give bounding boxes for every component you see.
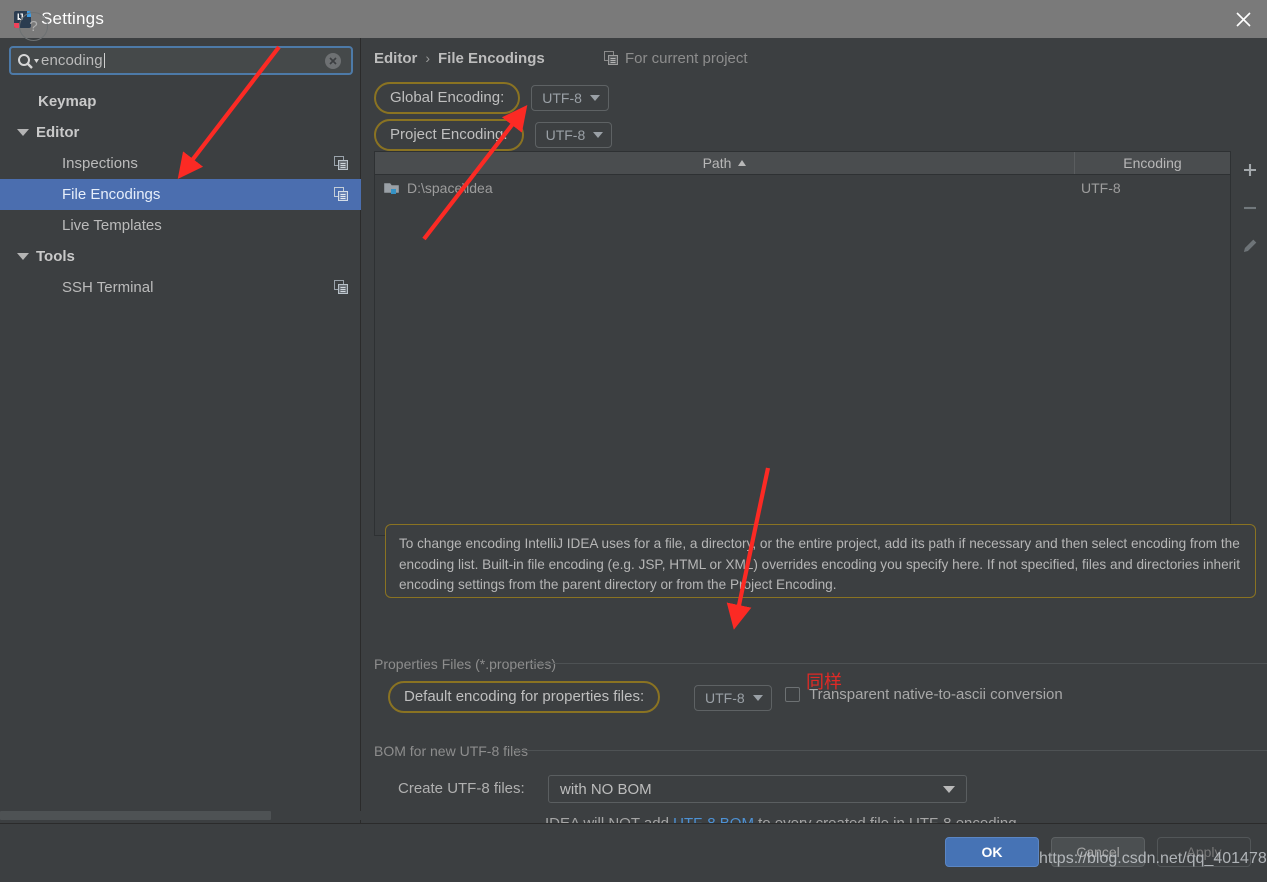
project-encoding-label: Project Encoding: (374, 119, 524, 151)
settings-tree: Keymap Editor Inspections (0, 86, 361, 303)
default-properties-encoding-value: UTF-8 (705, 690, 745, 706)
global-encoding-select[interactable]: UTF-8 (531, 85, 609, 111)
window-title: Settings (41, 9, 104, 29)
sidebar-item-ssh-terminal[interactable]: SSH Terminal (0, 272, 361, 303)
encodings-table: Path Encoding D:\space\idea (374, 151, 1231, 536)
remove-button[interactable] (1232, 189, 1267, 227)
table-cell-path: D:\space\idea (375, 180, 1075, 196)
chevron-down-icon (943, 786, 955, 793)
table-cell-encoding: UTF-8 (1075, 180, 1230, 196)
copy-settings-icon (334, 280, 348, 294)
sidebar-item-label: Inspections (62, 155, 138, 172)
sidebar-item-live-templates[interactable]: Live Templates (0, 210, 361, 241)
breadcrumb-parent[interactable]: Editor (374, 50, 417, 67)
project-encoding-row: Project Encoding: UTF-8 (374, 119, 612, 151)
copy-settings-icon (334, 156, 348, 170)
default-properties-encoding-select[interactable]: UTF-8 (694, 685, 772, 711)
sidebar-horizontal-scrollbar[interactable] (0, 811, 361, 820)
for-current-project-text: For current project (625, 50, 748, 67)
chevron-down-icon[interactable] (17, 126, 30, 139)
sidebar-item-tools[interactable]: Tools (0, 241, 361, 272)
project-encoding-value: UTF-8 (546, 127, 586, 143)
scrollbar-thumb[interactable] (0, 811, 271, 820)
sidebar-item-editor[interactable]: Editor (0, 117, 361, 148)
global-encoding-value: UTF-8 (542, 90, 582, 106)
properties-section-divider (531, 663, 1267, 664)
transparent-native-to-ascii-checkbox[interactable]: Transparent native-to-ascii conversion (785, 686, 1063, 703)
chevron-down-icon (590, 95, 600, 101)
transparent-native-to-ascii-label: Transparent native-to-ascii conversion (809, 686, 1063, 703)
pencil-icon (1241, 238, 1258, 255)
properties-section-title: Properties Files (*.properties) (374, 656, 564, 672)
breadcrumb-separator: › (425, 50, 430, 66)
apply-button[interactable]: Apply (1157, 837, 1251, 867)
close-icon[interactable] (1219, 0, 1267, 38)
edit-button[interactable] (1232, 227, 1267, 265)
sidebar-item-label: File Encodings (62, 186, 160, 203)
add-button[interactable] (1232, 151, 1267, 189)
minus-icon (1242, 200, 1258, 216)
sidebar: encoding Keymap Editor Inspections (0, 38, 361, 823)
info-box-text: To change encoding IntelliJ IDEA uses fo… (399, 534, 1242, 596)
chevron-down-icon[interactable] (17, 250, 30, 263)
search-value-text: encoding (41, 52, 103, 69)
create-utf8-files-select[interactable]: with NO BOM (548, 775, 967, 803)
clear-icon[interactable] (325, 53, 341, 69)
sidebar-item-inspections[interactable]: Inspections (0, 148, 361, 179)
project-encoding-select[interactable]: UTF-8 (535, 122, 613, 148)
copy-scope-icon (604, 51, 618, 65)
sidebar-item-label: Keymap (38, 93, 96, 110)
table-cell-path-text: D:\space\idea (407, 180, 493, 196)
default-properties-encoding-label: Default encoding for properties files: (388, 681, 660, 713)
settings-dialog: IJ Settings encoding (0, 0, 1267, 882)
for-current-project-label: For current project (604, 47, 748, 69)
column-header-path[interactable]: Path (375, 152, 1075, 174)
column-header-encoding[interactable]: Encoding (1075, 152, 1230, 174)
breadcrumb-current: File Encodings (438, 50, 545, 67)
chevron-down-icon (753, 695, 763, 701)
column-header-encoding-label: Encoding (1123, 155, 1181, 171)
search-icon (17, 53, 39, 69)
bom-section-title: BOM for new UTF-8 files (374, 743, 536, 759)
help-button[interactable]: ? (19, 12, 48, 41)
table-row[interactable]: D:\space\idea UTF-8 (375, 175, 1230, 201)
breadcrumb: Editor › File Encodings (374, 47, 545, 69)
title-bar: IJ Settings (0, 0, 1267, 38)
main-panel: Editor › File Encodings For current proj… (361, 38, 1267, 823)
plus-icon (1242, 162, 1258, 178)
checkbox-box[interactable] (785, 687, 800, 702)
chevron-down-icon (593, 132, 603, 138)
table-header: Path Encoding (375, 152, 1230, 175)
global-encoding-row: Global Encoding: UTF-8 (374, 82, 609, 114)
sidebar-item-label: Tools (36, 248, 75, 265)
global-encoding-label: Global Encoding: (374, 82, 520, 114)
sidebar-item-file-encodings[interactable]: File Encodings (0, 179, 361, 210)
create-utf8-files-label: Create UTF-8 files: (398, 780, 525, 797)
info-box: To change encoding IntelliJ IDEA uses fo… (385, 524, 1256, 598)
search-input[interactable]: encoding (9, 46, 353, 75)
column-header-path-label: Path (703, 155, 732, 171)
folder-icon (384, 181, 400, 195)
sidebar-item-label: SSH Terminal (62, 279, 153, 296)
bom-section-divider (513, 750, 1267, 751)
copy-settings-icon (334, 187, 348, 201)
sort-ascending-icon (738, 160, 746, 166)
sidebar-item-label: Live Templates (62, 217, 162, 234)
sidebar-item-label: Editor (36, 124, 79, 141)
table-toolbar (1232, 151, 1267, 536)
ok-button[interactable]: OK (945, 837, 1039, 867)
sidebar-item-keymap[interactable]: Keymap (0, 86, 361, 117)
create-utf8-files-value: with NO BOM (560, 781, 652, 798)
cancel-button[interactable]: Cancel (1051, 837, 1145, 867)
